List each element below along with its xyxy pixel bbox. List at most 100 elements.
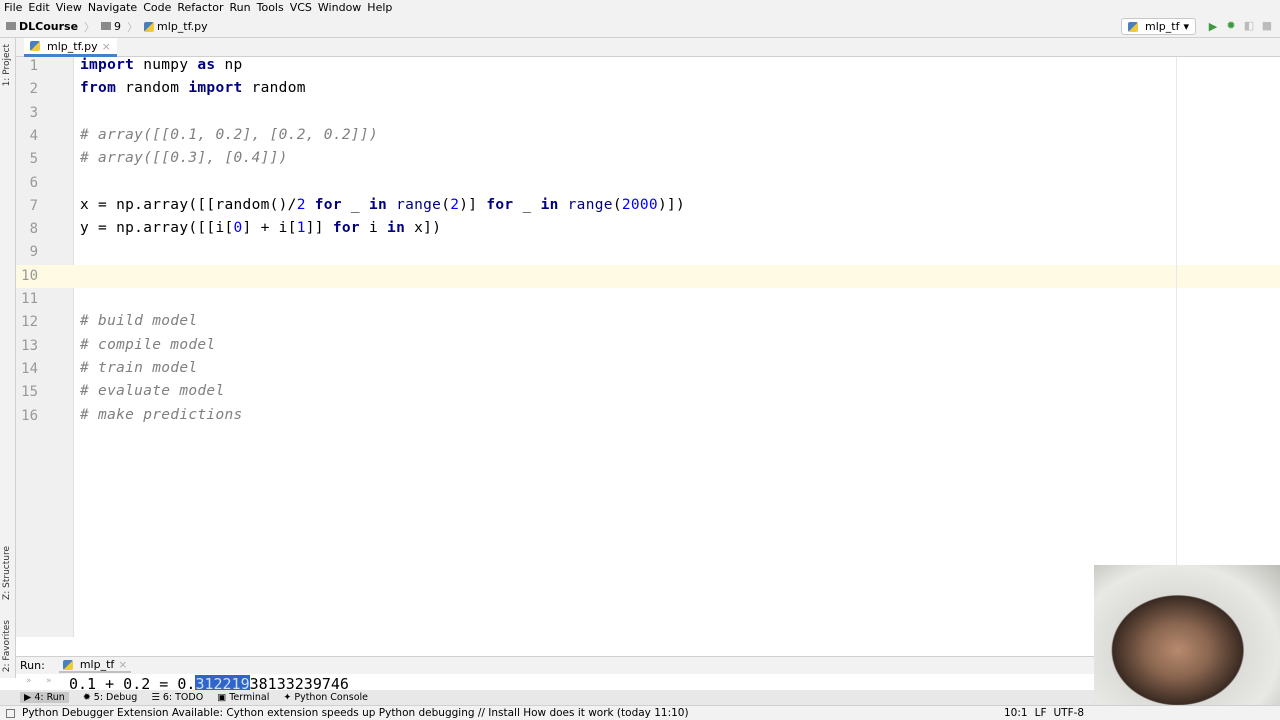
line-number: 6	[29, 174, 38, 191]
toolwindow-python-console[interactable]: ✦ Python Console	[283, 692, 368, 703]
project-name: DLCourse	[19, 20, 79, 33]
code-line[interactable]: # make predictions	[80, 407, 243, 423]
code-token: 2	[296, 196, 306, 213]
tool-window-bar: ▶ 4: Run ✹ 5: Debug ☰ 6: TODO ▣ Terminal…	[0, 690, 1280, 705]
code-token: ] + i[	[242, 220, 297, 237]
debug-icon[interactable]: ✹	[1224, 19, 1238, 33]
code-token: # make predictions	[80, 406, 243, 423]
code-token: in	[387, 220, 406, 237]
code-token: # array([[0.3], [0.4]])	[80, 150, 288, 167]
line-number: 1	[29, 58, 38, 74]
run-output[interactable]: » » 0.1 + 0.2 = 0.31221938133239746	[16, 674, 1280, 690]
menu-file[interactable]: File	[4, 0, 26, 16]
menu-edit[interactable]: Edit	[28, 0, 53, 16]
line-number: 3	[29, 104, 38, 121]
code-line[interactable]: # train model	[80, 360, 197, 376]
python-icon	[1128, 21, 1139, 32]
line-number: 11	[21, 291, 38, 307]
tab-mlp-tf[interactable]: mlp_tf.py ×	[24, 38, 117, 57]
code-token: numpy	[134, 57, 198, 73]
chevron-down-icon: ▾	[1183, 20, 1189, 33]
code-editor[interactable]	[74, 57, 1280, 637]
output-after: 38133239746	[249, 675, 349, 690]
code-line[interactable]: # array([[0.3], [0.4]])	[80, 150, 288, 166]
code-token: (	[441, 196, 451, 213]
right-margin-guide	[1176, 57, 1177, 637]
toolwindow-debug[interactable]: ✹ 5: Debug	[83, 692, 138, 703]
menu-window[interactable]: Window	[318, 0, 365, 16]
stop-icon[interactable]: ■	[1260, 19, 1274, 33]
label: 6: TODO	[162, 692, 204, 703]
code-line[interactable]: # array([[0.1, 0.2], [0.2, 0.2]])	[80, 127, 378, 143]
file-encoding[interactable]: UTF-8	[1053, 707, 1084, 719]
menu-tools[interactable]: Tools	[257, 0, 288, 16]
folder-icon	[101, 22, 112, 30]
menu-help[interactable]: Help	[367, 0, 396, 16]
line-number: 4	[29, 127, 38, 144]
code-token: for	[332, 220, 360, 237]
run-config-dropdown[interactable]: mlp_tf ▾	[1121, 18, 1196, 35]
code-token: range	[567, 196, 613, 213]
code-line[interactable]: x = np.array([[random()/2 for _ in range…	[80, 197, 685, 213]
breadcrumb-folder[interactable]: 9	[101, 20, 121, 33]
code-line[interactable]: import numpy as np	[80, 57, 243, 73]
run-tab-label: mlp_tf	[79, 658, 115, 671]
separator: 〉	[84, 20, 96, 34]
python-file-icon	[144, 22, 155, 32]
code-token: # train model	[80, 359, 198, 376]
webcam-overlay	[1094, 565, 1280, 720]
code-line[interactable]: # compile model	[80, 337, 215, 353]
code-token: np	[215, 57, 243, 73]
menu-run[interactable]: Run	[230, 0, 255, 16]
code-token: random	[242, 80, 306, 97]
caret-position[interactable]: 10:1	[1004, 707, 1028, 719]
toolwindow-terminal[interactable]: ▣ Terminal	[217, 692, 269, 703]
menu-code[interactable]: Code	[143, 0, 175, 16]
menu-bar: File Edit View Navigate Code Refactor Run Tools…	[0, 0, 1280, 16]
status-bar: Python Debugger Extension Available: Cyt…	[0, 705, 1280, 720]
code-token: import	[188, 80, 243, 97]
output-text: 0.1 + 0.2 = 0.31221938133239746	[69, 675, 349, 690]
toolwindow-todo[interactable]: ☰ 6: TODO	[151, 692, 203, 703]
code-token: _	[341, 196, 369, 213]
code-line[interactable]: from random import random	[80, 80, 306, 96]
code-token: from	[80, 80, 117, 97]
structure-tool-button[interactable]: Z: Structure	[2, 546, 12, 600]
event-log-icon[interactable]	[6, 708, 15, 718]
project-tool-button[interactable]: 1: Project	[2, 44, 12, 86]
code-token: as	[197, 57, 216, 73]
breadcrumb: DLCourse 〉 9 〉 mlp_tf.py mlp_tf ▾ ▶ ✹ ◧ ■	[0, 16, 1280, 38]
code-token: 2000	[621, 196, 658, 213]
run-tab[interactable]: mlp_tf ×	[58, 658, 132, 673]
left-tool-strip: 1: Project Z: Structure 2: Favorites	[0, 38, 16, 678]
breadcrumb-project[interactable]: DLCourse	[6, 20, 78, 33]
code-token: # compile model	[80, 336, 216, 353]
rerun-icon[interactable]: »	[26, 676, 32, 686]
line-separator[interactable]: LF	[1035, 707, 1047, 719]
code-token: ]]	[305, 220, 333, 237]
code-line[interactable]: # build model	[80, 313, 197, 329]
run-icon[interactable]: ▶	[1206, 20, 1220, 34]
status-message[interactable]: Python Debugger Extension Available: Cyt…	[22, 707, 689, 719]
label: Python Console	[294, 692, 369, 703]
toolwindow-run[interactable]: ▶ 4: Run	[20, 692, 69, 703]
menu-refactor[interactable]: Refactor	[177, 0, 227, 16]
code-token: in	[368, 196, 388, 213]
favorites-tool-button[interactable]: 2: Favorites	[2, 620, 12, 672]
scroll-icon[interactable]: »	[46, 676, 52, 686]
code-line[interactable]: # evaluate model	[80, 383, 224, 399]
code-token: _	[513, 196, 541, 213]
code-token: 0	[233, 220, 243, 237]
menu-navigate[interactable]: Navigate	[88, 0, 141, 16]
menu-vcs[interactable]: VCS	[290, 0, 316, 16]
breadcrumb-file[interactable]: mlp_tf.py	[144, 20, 208, 33]
code-line[interactable]: y = np.array([[i[0] + i[1]] for i in x])	[80, 220, 441, 236]
run-label: Run:	[20, 659, 45, 672]
close-icon[interactable]: ×	[102, 40, 111, 53]
menu-view[interactable]: View	[56, 0, 86, 16]
close-icon[interactable]: ×	[118, 658, 127, 671]
coverage-icon[interactable]: ◧	[1242, 19, 1256, 33]
